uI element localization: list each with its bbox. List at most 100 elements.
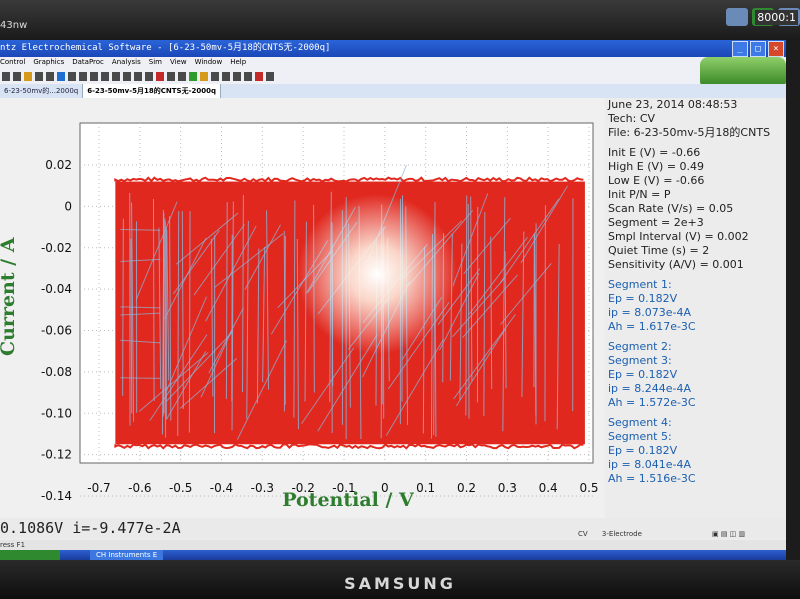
ir-comp-icon[interactable] — [101, 71, 109, 81]
open-file-icon[interactable] — [13, 71, 21, 81]
technique-icon[interactable] — [35, 71, 43, 81]
param-line: Init E (V) = -0.66 — [608, 146, 701, 159]
save-icon[interactable] — [24, 71, 32, 81]
new-file-icon[interactable] — [2, 71, 10, 81]
menu-help[interactable]: Help — [230, 57, 246, 68]
menu-analysis[interactable]: Analysis — [112, 57, 141, 68]
pause-icon[interactable] — [68, 71, 76, 81]
filter-icon[interactable] — [112, 71, 120, 81]
param-line: Sensitivity (A/V) = 0.001 — [608, 258, 744, 271]
cv-trace-segment — [152, 199, 155, 402]
info-tech: Tech: CV — [608, 112, 656, 125]
segment-line: Ep = 0.182V — [608, 444, 678, 457]
x-tick-label: 0.4 — [539, 481, 558, 495]
derivative-icon[interactable] — [233, 71, 241, 81]
menu-window[interactable]: Window — [195, 57, 223, 68]
y-tick-label: -0.04 — [41, 282, 72, 296]
menu-graphics[interactable]: Graphics — [33, 57, 64, 68]
x-tick-label: -0.3 — [251, 481, 274, 495]
param-line: Low E (V) = -0.66 — [608, 174, 705, 187]
tray-app-icon[interactable] — [726, 8, 748, 26]
parameters-icon[interactable] — [46, 71, 54, 81]
segment-line: ip = 8.244e-4A — [608, 382, 691, 395]
menu-sim[interactable]: Sim — [149, 57, 162, 68]
reverse-scan-icon[interactable] — [90, 71, 98, 81]
menu-view[interactable]: View — [170, 57, 187, 68]
menu-dataproc[interactable]: DataProc — [72, 57, 104, 68]
segment-line: Ep = 0.182V — [608, 292, 678, 305]
segment-line: ip = 8.041e-4A — [608, 458, 691, 471]
close-button[interactable]: × — [768, 41, 784, 57]
segment-line: Segment 4: — [608, 416, 672, 429]
y-tick-label: -0.10 — [41, 406, 72, 420]
x-tick-label: 0.2 — [457, 481, 476, 495]
tab-document-1[interactable]: 6-23-50mv的...2000q — [0, 84, 84, 98]
monitor-brand: SAMSUNG — [344, 574, 456, 593]
cv-trace-segment — [120, 377, 161, 379]
print-icon[interactable] — [255, 71, 263, 81]
segment-line: Segment 3: — [608, 354, 672, 367]
taskbar-item[interactable]: CH Instruments E — [90, 550, 164, 560]
status-tech-label: CV — [578, 530, 588, 538]
help-icon[interactable] — [266, 71, 274, 81]
segment-line: Segment 5: — [608, 430, 672, 443]
info-panel: June 23, 2014 08:48:53 Tech: CV File: 6-… — [608, 98, 786, 486]
help-hint: ress F1 — [0, 540, 786, 550]
minimize-button[interactable]: _ — [732, 41, 748, 57]
cursor-readout: 0.1086V i=-9.477e-2A — [0, 519, 181, 537]
segment-line: Ah = 1.572e-3C — [608, 396, 696, 409]
start-button[interactable] — [0, 550, 60, 560]
screen-glare — [297, 194, 457, 354]
y-tick-label: -0.02 — [41, 241, 72, 255]
graph-icon[interactable] — [156, 71, 164, 81]
x-tick-label: 0.3 — [498, 481, 517, 495]
integrate-icon[interactable] — [244, 71, 252, 81]
info-date: June 23, 2014 08:48:53 — [608, 98, 738, 111]
title-bar: ntz Electrochemical Software - [6-23-50m… — [0, 40, 786, 57]
peak-icon[interactable] — [211, 71, 219, 81]
status-bar: 0.1086V i=-9.477e-2A — [0, 518, 786, 538]
segment-line: Ep = 0.182V — [608, 368, 678, 381]
window-title: ntz Electrochemical Software - [6-23-50m… — [0, 43, 331, 53]
tab-document-2[interactable]: 6-23-50mv-5月18的CNTS无-2000q — [83, 84, 221, 98]
run-icon[interactable] — [57, 71, 65, 81]
y-tick-label: -0.06 — [41, 324, 72, 338]
x-tick-label: 0.1 — [416, 481, 435, 495]
x-tick-label: -0.4 — [210, 481, 233, 495]
x-tick-label: -0.6 — [128, 481, 151, 495]
param-line: Segment = 2e+3 — [608, 216, 704, 229]
cv-chart: -0.7 -0.6 -0.5 -0.4 -0.3 -0.2 -0.1 0 0.1 0.2 0.3 0.… — [0, 98, 605, 518]
zoom-icon[interactable] — [134, 71, 142, 81]
x-axis-label: Potential / V — [282, 489, 415, 511]
window-title-fragment: 43nw — [0, 20, 28, 31]
info-file: File: 6-23-50mv-5月18的CNTS — [608, 126, 771, 139]
maximize-button[interactable]: □ — [750, 41, 766, 57]
overlay-icon[interactable] — [167, 71, 175, 81]
font-icon[interactable] — [200, 71, 208, 81]
monitor-bezel-top — [0, 0, 800, 40]
cell-icon[interactable] — [123, 71, 131, 81]
segment-line: Ah = 1.516e-3C — [608, 472, 696, 485]
y-tick-label: -0.08 — [41, 365, 72, 379]
status-electrode-label: 3-Electrode — [601, 530, 642, 538]
y-tick-label: 0 — [64, 199, 72, 213]
y-tick-label: -0.14 — [41, 489, 72, 503]
toolbar — [0, 68, 702, 84]
add-data-icon[interactable] — [178, 71, 186, 81]
y-axis-label: Current / A — [0, 237, 19, 356]
smooth-icon[interactable] — [222, 71, 230, 81]
param-line: Scan Rate (V/s) = 0.05 — [608, 202, 734, 215]
x-tick-label: 0.5 — [579, 481, 598, 495]
param-line: Smpl Interval (V) = 0.002 — [608, 230, 749, 243]
color-icon[interactable] — [189, 71, 197, 81]
menu-control[interactable]: Control — [0, 57, 25, 68]
segment-line: ip = 8.073e-4A — [608, 306, 691, 319]
taskbar: CH Instruments E — [0, 550, 786, 560]
y-tick-label: -0.12 — [41, 448, 72, 462]
stop-icon[interactable] — [79, 71, 87, 81]
param-line: Quiet Time (s) = 2 — [608, 244, 710, 257]
document-tabs: 6-23-50mv的...2000q 6-23-50mv-5月18的CNTS无-… — [0, 84, 786, 98]
magnify-icon[interactable] — [145, 71, 153, 81]
segment-line: Segment 2: — [608, 340, 672, 353]
y-tick-label: 0.02 — [45, 158, 72, 172]
